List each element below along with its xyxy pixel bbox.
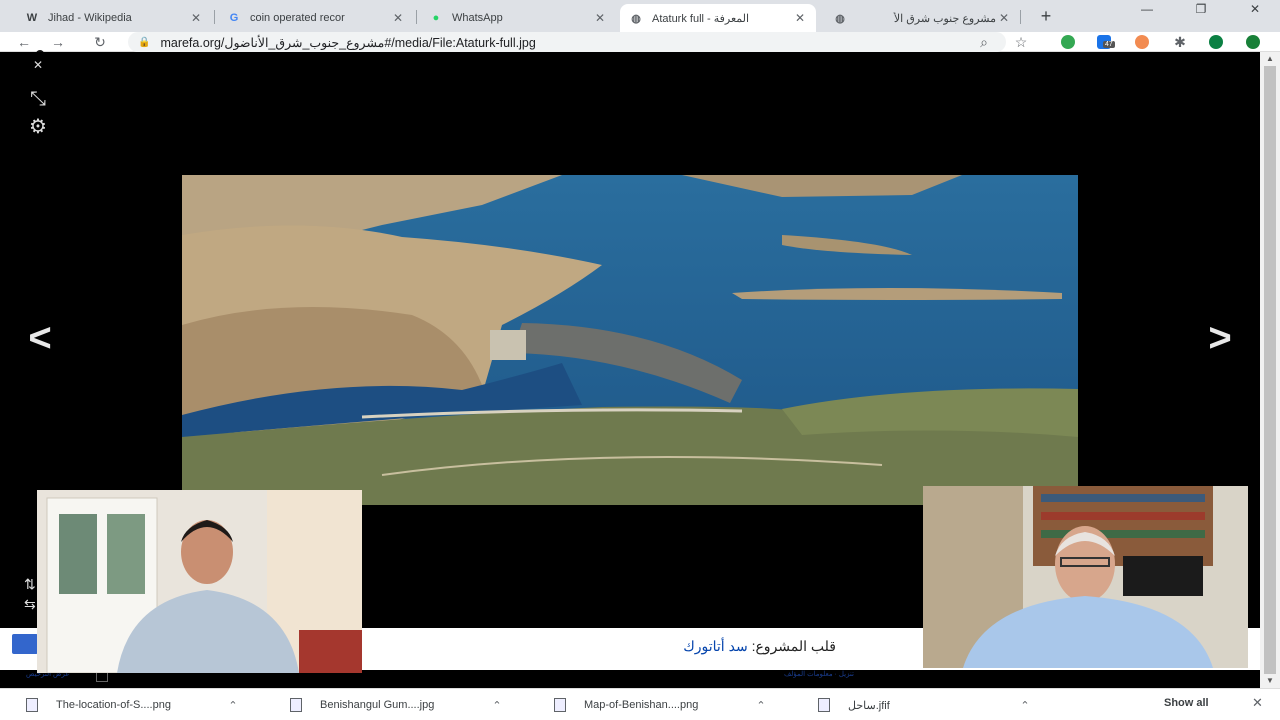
close-icon[interactable]: ✕: [592, 11, 608, 25]
image-caption: قلب المشروع: سد أتاتورك: [683, 638, 836, 655]
file-icon: [290, 698, 302, 712]
file-icon: [554, 698, 566, 712]
whatsapp-icon: ●: [432, 12, 440, 24]
download-item[interactable]: The-location-of-S....png ⌃: [26, 689, 240, 720]
attribution-icon[interactable]: [96, 672, 108, 682]
address-bar[interactable]: 🔒 marefa.org/مشروع_جنوب_شرق_الأناضول#/me…: [128, 32, 1006, 52]
download-item[interactable]: Map-of-Benishan....png ⌃: [554, 689, 768, 720]
participant-video-icon: [923, 486, 1248, 668]
chevron-up-icon[interactable]: ⌃: [1018, 699, 1032, 712]
scroll-down-icon[interactable]: ▼: [1260, 674, 1280, 688]
tab-strip: W Jihad - Wikipedia ✕ G coin operated re…: [0, 0, 1280, 32]
tab-separator: [214, 10, 215, 24]
sidebar-share-icon[interactable]: ⇅: [24, 576, 36, 593]
globe-icon: ◍: [631, 12, 641, 25]
tab-google[interactable]: G coin operated recor ✕: [218, 4, 414, 32]
tab-separator: [416, 10, 417, 24]
close-icon[interactable]: ✕: [996, 11, 1012, 25]
tab-separator: [1020, 10, 1021, 24]
tab-wikipedia[interactable]: W Jihad - Wikipedia ✕: [16, 4, 212, 32]
chevron-up-icon[interactable]: ⌃: [226, 699, 240, 712]
page-scrollbar[interactable]: ▲ ▼: [1260, 52, 1280, 688]
wikipedia-icon: W: [26, 12, 38, 24]
video-tile-right: [923, 486, 1248, 668]
new-tab-button[interactable]: +: [1036, 6, 1056, 26]
close-window-icon[interactable]: ✕: [1232, 2, 1278, 22]
tab-ataturk[interactable]: ◍ Ataturk full - المعرفة ✕: [620, 4, 816, 32]
dam-photo[interactable]: [182, 175, 1078, 505]
close-icon[interactable]: ✕: [792, 11, 808, 25]
chevron-up-icon[interactable]: ⌃: [490, 699, 504, 712]
caption-link[interactable]: سد أتاتورك: [683, 638, 747, 654]
chevron-up-icon[interactable]: ⌃: [754, 699, 768, 712]
participant-video-icon: [37, 490, 362, 673]
bookmark-star-icon[interactable]: ☆: [1011, 33, 1031, 51]
scroll-up-icon[interactable]: ▲: [1260, 52, 1280, 66]
gear-icon[interactable]: ⚙: [24, 114, 52, 138]
download-bar: The-location-of-S....png ⌃ Benishangul G…: [0, 688, 1280, 720]
extension-badge: 47: [1103, 41, 1115, 48]
zoom-icon[interactable]: ⌕: [974, 33, 994, 51]
download-author-link[interactable]: تنزيل · معلومات المؤلف: [784, 670, 854, 678]
profile-avatar[interactable]: [1209, 35, 1223, 49]
extension-orange-icon[interactable]: [1135, 35, 1149, 49]
toolbar: ← → ↻ 🔒 marefa.org/مشروع_جنوب_شرق_الأناض…: [0, 32, 1280, 91]
download-item[interactable]: ساحل.jfif ⌃: [818, 689, 1032, 720]
extension-update-icon[interactable]: [1246, 35, 1260, 49]
scrollbar-thumb[interactable]: [1264, 66, 1276, 674]
next-image-button[interactable]: >: [1200, 318, 1240, 358]
globe-icon: ◍: [835, 12, 845, 25]
puzzle-icon[interactable]: ✱: [1170, 33, 1190, 51]
browser-window: W Jihad - Wikipedia ✕ G coin operated re…: [0, 0, 1280, 720]
url-text: marefa.org/مشروع_جنوب_شرق_الأناضول#/medi…: [160, 35, 536, 50]
close-viewer-icon[interactable]: ✕: [24, 58, 52, 80]
sidebar-download-icon[interactable]: ⇆: [24, 596, 36, 613]
prev-image-button[interactable]: <: [20, 318, 60, 358]
download-item[interactable]: Benishangul Gum....jpg ⌃: [290, 689, 504, 720]
maximize-icon[interactable]: ❐: [1178, 2, 1224, 22]
lock-icon: 🔒: [138, 36, 151, 48]
show-all-button[interactable]: Show all: [1164, 697, 1209, 709]
file-icon: [818, 698, 830, 712]
caption-label: قلب المشروع:: [751, 638, 836, 654]
fullscreen-icon[interactable]: ⤡: [24, 88, 52, 110]
google-icon: G: [229, 12, 239, 24]
video-tile-left: [37, 490, 362, 673]
close-icon[interactable]: ✕: [188, 11, 204, 25]
tab-marefa[interactable]: ◍ مشروع جنوب شرق الأ ✕: [824, 4, 1020, 32]
details-button[interactable]: [12, 634, 38, 654]
file-icon: [26, 698, 38, 712]
extension-green-icon[interactable]: [1061, 35, 1075, 49]
close-icon[interactable]: ✕: [390, 11, 406, 25]
close-icon[interactable]: ✕: [1252, 695, 1263, 711]
minimize-icon[interactable]: —: [1124, 2, 1170, 22]
tab-whatsapp[interactable]: ● WhatsApp ✕: [420, 4, 616, 32]
dam-photo-image: [182, 175, 1078, 505]
